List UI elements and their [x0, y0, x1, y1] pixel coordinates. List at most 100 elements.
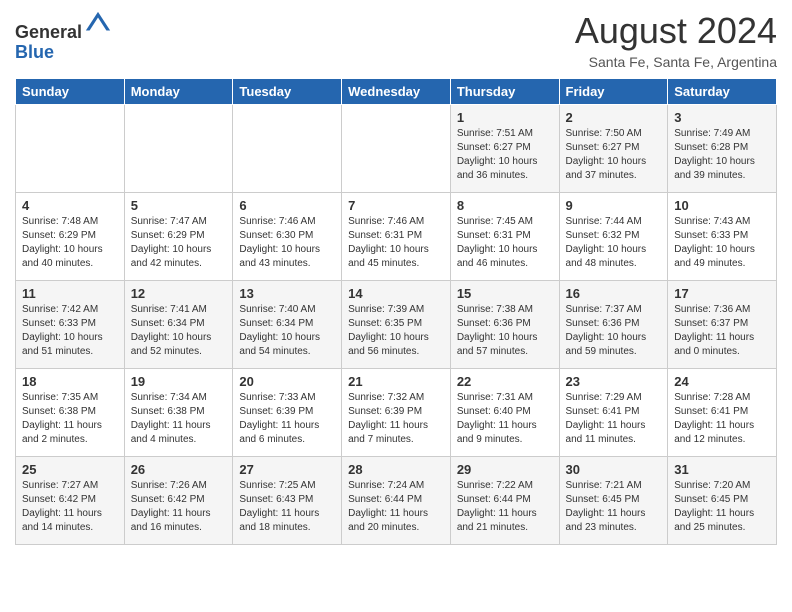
calendar-cell	[342, 105, 451, 193]
day-info: Sunrise: 7:45 AM Sunset: 6:31 PM Dayligh…	[457, 215, 553, 271]
calendar-cell: 23 Sunrise: 7:29 AM Sunset: 6:41 PM Dayli…	[559, 369, 668, 457]
day-number: 24	[674, 374, 770, 389]
day-number: 14	[348, 286, 444, 301]
day-number: 3	[674, 110, 770, 125]
day-number: 18	[22, 374, 118, 389]
day-info: Sunrise: 7:26 AM Sunset: 6:42 PM Dayligh…	[131, 479, 227, 535]
calendar-cell: 29Sunrise: 7:22 AM Sunset: 6:44 PM Dayli…	[450, 457, 559, 545]
col-friday: Friday	[559, 79, 668, 105]
day-number: 28	[348, 462, 444, 477]
day-number: 12	[131, 286, 227, 301]
calendar-cell	[16, 105, 125, 193]
day-info: Sunrise: 7:38 AM Sunset: 6:36 PM Dayligh…	[457, 303, 553, 359]
day-number: 9	[566, 198, 662, 213]
calendar-cell	[233, 105, 342, 193]
day-number: 10	[674, 198, 770, 213]
day-number: 27	[239, 462, 335, 477]
day-info: Sunrise: 7:36 AM Sunset: 6:37 PM Dayligh…	[674, 303, 770, 359]
calendar-cell: 19 Sunrise: 7:34 AM Sunset: 6:38 PM Dayli…	[124, 369, 233, 457]
calendar-cell: 20Sunrise: 7:33 AM Sunset: 6:39 PM Dayli…	[233, 369, 342, 457]
day-info: Sunrise: 7:32 AM Sunset: 6:39 PM Dayligh…	[348, 391, 444, 447]
day-info: Sunrise: 7:43 AM Sunset: 6:33 PM Dayligh…	[674, 215, 770, 271]
title-block: August 2024 Santa Fe, Santa Fe, Argentin…	[575, 10, 777, 70]
calendar-week-row: 4Sunrise: 7:48 AM Sunset: 6:29 PM Daylig…	[16, 193, 777, 281]
day-number: 15	[457, 286, 553, 301]
page-header: General Blue August 2024 Santa Fe, Santa…	[15, 10, 777, 70]
calendar-cell: 14Sunrise: 7:39 AM Sunset: 6:35 PM Dayli…	[342, 281, 451, 369]
logo-general-text: General	[15, 22, 82, 42]
day-number: 1	[457, 110, 553, 125]
month-title: August 2024	[575, 10, 777, 52]
day-info: Sunrise: 7:21 AM Sunset: 6:45 PM Dayligh…	[566, 479, 662, 535]
day-info: Sunrise: 7:35 AM Sunset: 6:38 PM Dayligh…	[22, 391, 118, 447]
day-info: Sunrise: 7:28 AM Sunset: 6:41 PM Dayligh…	[674, 391, 770, 447]
day-info: Sunrise: 7:46 AM Sunset: 6:30 PM Dayligh…	[239, 215, 335, 271]
day-number: 16	[566, 286, 662, 301]
day-number: 13	[239, 286, 335, 301]
day-info: Sunrise: 7:34 AM Sunset: 6:38 PM Dayligh…	[131, 391, 227, 447]
calendar-body: 1Sunrise: 7:51 AM Sunset: 6:27 PM Daylig…	[16, 105, 777, 545]
day-number: 22	[457, 374, 553, 389]
calendar-cell: 22 Sunrise: 7:31 AM Sunset: 6:40 PM Dayli…	[450, 369, 559, 457]
day-info: Sunrise: 7:27 AM Sunset: 6:42 PM Dayligh…	[22, 479, 118, 535]
day-info: Sunrise: 7:47 AM Sunset: 6:29 PM Dayligh…	[131, 215, 227, 271]
col-thursday: Thursday	[450, 79, 559, 105]
day-number: 23	[566, 374, 662, 389]
day-info: Sunrise: 7:49 AM Sunset: 6:28 PM Dayligh…	[674, 127, 770, 183]
day-number: 31	[674, 462, 770, 477]
calendar-cell: 25 Sunrise: 7:27 AM Sunset: 6:42 PM Dayli…	[16, 457, 125, 545]
calendar-cell: 27Sunrise: 7:25 AM Sunset: 6:43 PM Dayli…	[233, 457, 342, 545]
logo: General Blue	[15, 10, 112, 63]
day-number: 29	[457, 462, 553, 477]
day-number: 4	[22, 198, 118, 213]
calendar-cell: 9Sunrise: 7:44 AM Sunset: 6:32 PM Daylig…	[559, 193, 668, 281]
location-text: Santa Fe, Santa Fe, Argentina	[575, 54, 777, 70]
calendar-cell: 12 Sunrise: 7:41 AM Sunset: 6:34 PM Dayli…	[124, 281, 233, 369]
col-saturday: Saturday	[668, 79, 777, 105]
day-number: 25	[22, 462, 118, 477]
day-number: 6	[239, 198, 335, 213]
calendar-cell: 10 Sunrise: 7:43 AM Sunset: 6:33 PM Dayli…	[668, 193, 777, 281]
calendar-cell: 4Sunrise: 7:48 AM Sunset: 6:29 PM Daylig…	[16, 193, 125, 281]
day-number: 20	[239, 374, 335, 389]
day-number: 26	[131, 462, 227, 477]
day-number: 30	[566, 462, 662, 477]
day-info: Sunrise: 7:20 AM Sunset: 6:45 PM Dayligh…	[674, 479, 770, 535]
day-number: 2	[566, 110, 662, 125]
day-number: 7	[348, 198, 444, 213]
calendar-cell: 2Sunrise: 7:50 AM Sunset: 6:27 PM Daylig…	[559, 105, 668, 193]
calendar-week-row: 1Sunrise: 7:51 AM Sunset: 6:27 PM Daylig…	[16, 105, 777, 193]
day-info: Sunrise: 7:37 AM Sunset: 6:36 PM Dayligh…	[566, 303, 662, 359]
calendar-cell: 16 Sunrise: 7:37 AM Sunset: 6:36 PM Dayli…	[559, 281, 668, 369]
day-info: Sunrise: 7:29 AM Sunset: 6:41 PM Dayligh…	[566, 391, 662, 447]
logo-icon	[84, 10, 112, 38]
day-info: Sunrise: 7:46 AM Sunset: 6:31 PM Dayligh…	[348, 215, 444, 271]
day-info: Sunrise: 7:41 AM Sunset: 6:34 PM Dayligh…	[131, 303, 227, 359]
day-number: 19	[131, 374, 227, 389]
calendar-cell: 18 Sunrise: 7:35 AM Sunset: 6:38 PM Dayli…	[16, 369, 125, 457]
calendar-cell: 17 Sunrise: 7:36 AM Sunset: 6:37 PM Dayli…	[668, 281, 777, 369]
calendar-cell: 3 Sunrise: 7:49 AM Sunset: 6:28 PM Daylig…	[668, 105, 777, 193]
calendar-cell: 15 Sunrise: 7:38 AM Sunset: 6:36 PM Dayli…	[450, 281, 559, 369]
day-info: Sunrise: 7:40 AM Sunset: 6:34 PM Dayligh…	[239, 303, 335, 359]
logo-blue-text: Blue	[15, 42, 54, 62]
day-info: Sunrise: 7:24 AM Sunset: 6:44 PM Dayligh…	[348, 479, 444, 535]
calendar-cell: 24 Sunrise: 7:28 AM Sunset: 6:41 PM Dayli…	[668, 369, 777, 457]
col-wednesday: Wednesday	[342, 79, 451, 105]
calendar-cell: 5 Sunrise: 7:47 AM Sunset: 6:29 PM Daylig…	[124, 193, 233, 281]
calendar-cell: 13 Sunrise: 7:40 AM Sunset: 6:34 PM Dayli…	[233, 281, 342, 369]
calendar-cell: 31 Sunrise: 7:20 AM Sunset: 6:45 PM Dayli…	[668, 457, 777, 545]
calendar-table: Sunday Monday Tuesday Wednesday Thursday…	[15, 78, 777, 545]
calendar-header-row: Sunday Monday Tuesday Wednesday Thursday…	[16, 79, 777, 105]
calendar-cell: 30 Sunrise: 7:21 AM Sunset: 6:45 PM Dayli…	[559, 457, 668, 545]
day-number: 17	[674, 286, 770, 301]
col-sunday: Sunday	[16, 79, 125, 105]
calendar-week-row: 25 Sunrise: 7:27 AM Sunset: 6:42 PM Dayli…	[16, 457, 777, 545]
calendar-cell: 21Sunrise: 7:32 AM Sunset: 6:39 PM Dayli…	[342, 369, 451, 457]
day-number: 5	[131, 198, 227, 213]
calendar-cell: 7 Sunrise: 7:46 AM Sunset: 6:31 PM Daylig…	[342, 193, 451, 281]
col-monday: Monday	[124, 79, 233, 105]
day-info: Sunrise: 7:31 AM Sunset: 6:40 PM Dayligh…	[457, 391, 553, 447]
calendar-week-row: 11Sunrise: 7:42 AM Sunset: 6:33 PM Dayli…	[16, 281, 777, 369]
page-container: General Blue August 2024 Santa Fe, Santa…	[0, 0, 792, 555]
